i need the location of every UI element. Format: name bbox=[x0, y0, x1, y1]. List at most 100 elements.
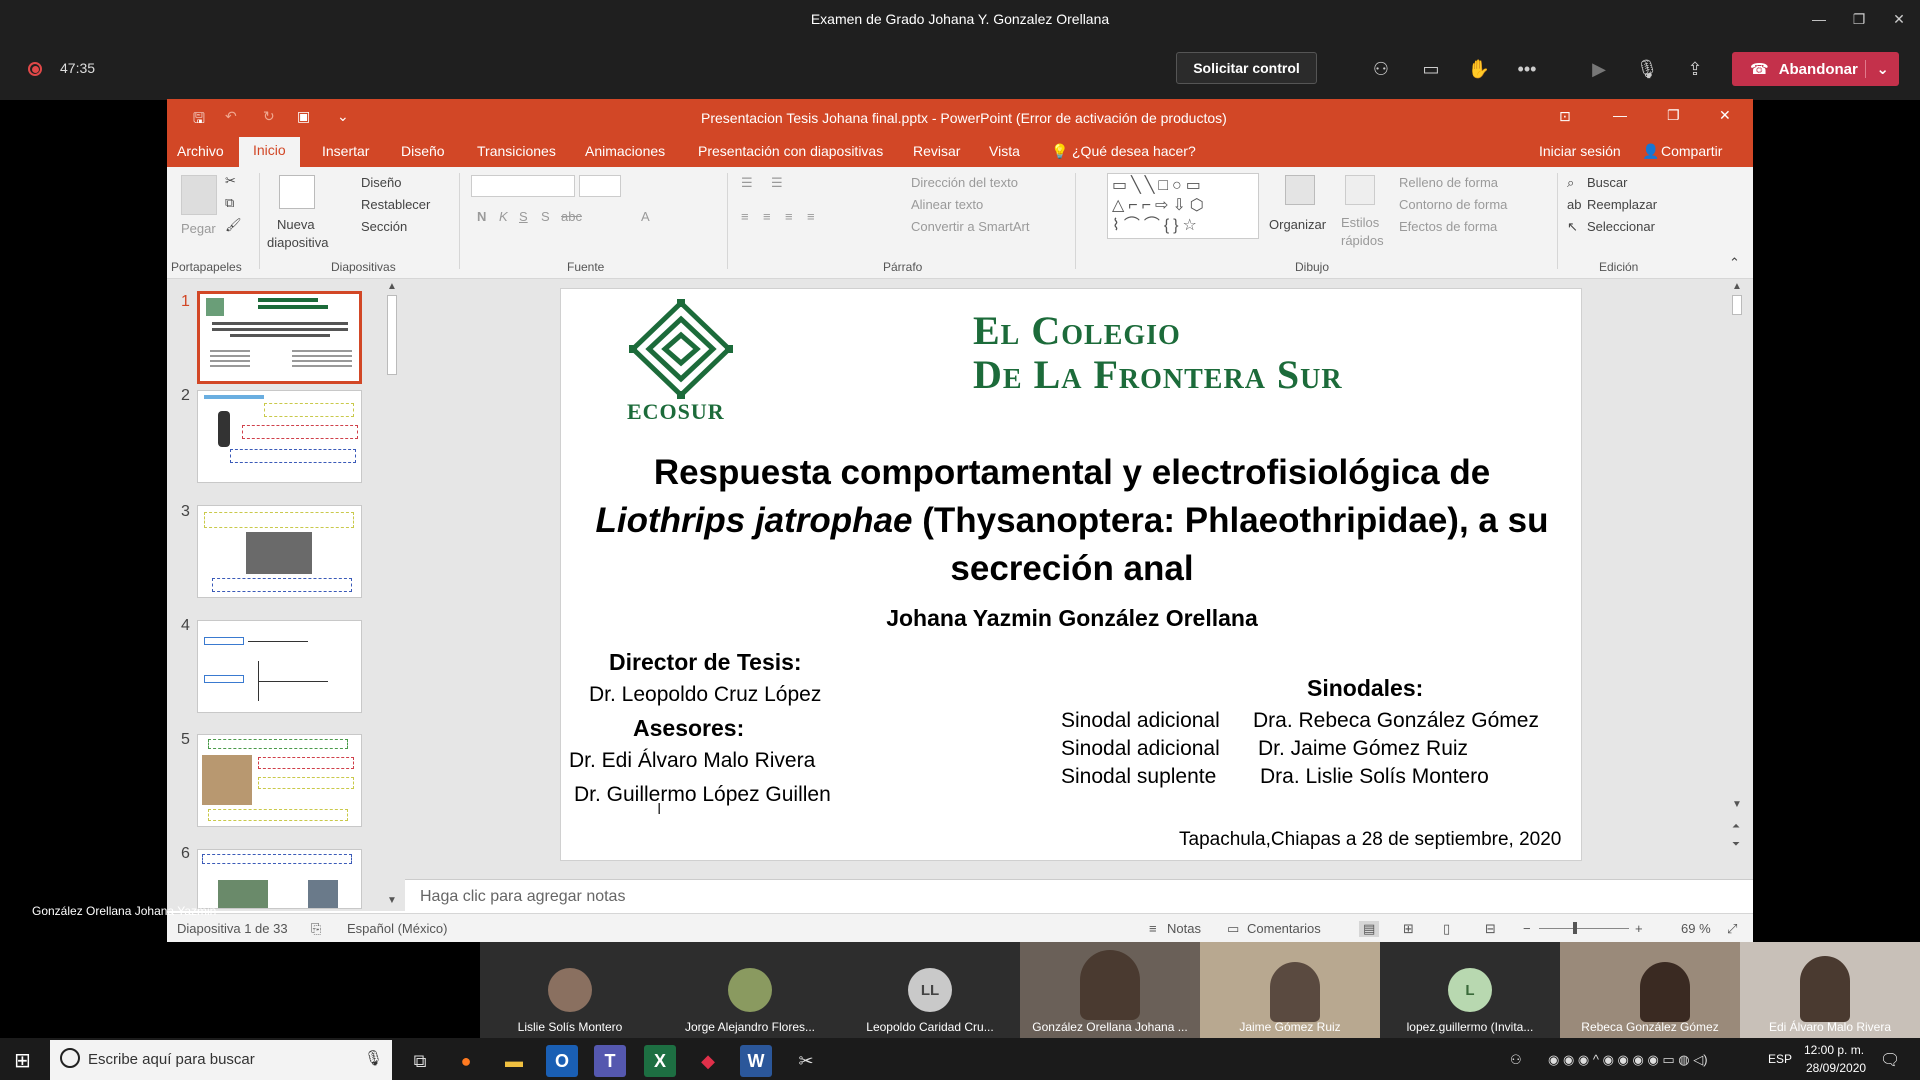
zoom-out-icon[interactable]: − bbox=[1523, 921, 1531, 936]
smartart-button[interactable]: Convertir a SmartArt bbox=[911, 219, 1029, 234]
next-slide-icon[interactable]: ⏷ bbox=[1732, 839, 1740, 850]
quick-styles-label-1[interactable]: Estilos bbox=[1341, 215, 1379, 230]
replace-button[interactable]: Reemplazar bbox=[1587, 197, 1657, 212]
copy-icon[interactable]: ⧉ bbox=[225, 195, 234, 211]
notes-placeholder[interactable]: Haga clic para agregar notas bbox=[420, 888, 625, 906]
current-slide[interactable]: ECOSUR El Colegio De La Frontera Sur Res… bbox=[560, 288, 1582, 861]
tab-diseno[interactable]: Diseño bbox=[401, 143, 445, 159]
align-right-icon[interactable]: ≡ bbox=[785, 209, 793, 224]
slideshow-view-icon[interactable]: ⊟ bbox=[1485, 921, 1496, 937]
select-button[interactable]: Seleccionar bbox=[1587, 219, 1655, 234]
quick-styles-icon[interactable] bbox=[1345, 175, 1375, 205]
shape-effects-button[interactable]: Efectos de forma bbox=[1399, 219, 1497, 234]
ppt-close-icon[interactable]: ✕ bbox=[1719, 107, 1731, 124]
ppt-maximize-icon[interactable]: ❐ bbox=[1667, 107, 1680, 124]
canvas-scrollbar[interactable]: ▲ ▼ ⏶ ⏷ bbox=[1728, 279, 1746, 879]
normal-view-icon[interactable]: ▤ bbox=[1359, 921, 1380, 937]
strikethrough-icon[interactable]: abc bbox=[561, 209, 582, 224]
underline-icon[interactable]: S bbox=[519, 209, 528, 224]
more-options-icon[interactable]: ••• bbox=[1514, 56, 1540, 82]
scroll-up-icon[interactable]: ▲ bbox=[387, 281, 397, 292]
find-button[interactable]: Buscar bbox=[1587, 175, 1627, 190]
notes-pane[interactable]: Haga clic para agregar notas bbox=[405, 879, 1753, 913]
snipping-tool-icon[interactable]: ✂ bbox=[790, 1045, 822, 1077]
align-center-icon[interactable]: ≡ bbox=[763, 209, 771, 224]
system-tray-icons[interactable]: ◉ ◉ ◉ ^ ◉ ◉ ◉ ◉ ▭ ◍ ◁) bbox=[1548, 1052, 1708, 1068]
canvas-scroll-up-icon[interactable]: ▲ bbox=[1732, 281, 1742, 292]
leave-button[interactable]: ☎ Abandonar ⌄ bbox=[1732, 52, 1899, 86]
prev-slide-icon[interactable]: ⏶ bbox=[1732, 821, 1740, 832]
teams-icon[interactable]: T bbox=[594, 1045, 626, 1077]
zoom-slider[interactable] bbox=[1539, 928, 1629, 929]
font-size-input[interactable] bbox=[579, 175, 621, 197]
present-from-start-icon[interactable]: ▣ bbox=[297, 108, 310, 125]
paste-icon[interactable] bbox=[181, 175, 217, 215]
windows-start-icon[interactable]: ⊞ bbox=[14, 1048, 31, 1073]
word-icon[interactable]: W bbox=[740, 1045, 772, 1077]
zoom-level[interactable]: 69 % bbox=[1681, 921, 1711, 936]
clock-date[interactable]: 28/09/2020 bbox=[1806, 1061, 1866, 1075]
italic-icon[interactable]: K bbox=[499, 209, 508, 224]
thumbnail-slide-3[interactable] bbox=[197, 505, 362, 598]
participant-video-tile[interactable]: Edi Álvaro Malo Rivera bbox=[1740, 942, 1920, 1038]
participant-tile[interactable]: Lislie Solís Montero bbox=[480, 942, 660, 1038]
numbering-icon[interactable]: ☰ bbox=[771, 175, 783, 191]
scroll-thumb[interactable] bbox=[387, 295, 397, 375]
signin-link[interactable]: Iniciar sesión bbox=[1539, 143, 1621, 159]
request-control-button[interactable]: Solicitar control bbox=[1176, 52, 1317, 84]
spellcheck-icon[interactable]: ⎘ bbox=[311, 921, 321, 937]
task-view-icon[interactable]: ⧉ bbox=[404, 1045, 436, 1077]
align-text-button[interactable]: Alinear texto bbox=[911, 197, 983, 212]
thumbnail-slide-2[interactable] bbox=[197, 390, 362, 483]
arrange-icon[interactable] bbox=[1285, 175, 1315, 205]
mic-muted-icon[interactable]: 🎙 bbox=[1634, 56, 1660, 82]
redo-icon[interactable]: ↻ bbox=[263, 108, 275, 125]
cut-icon[interactable]: ✂ bbox=[225, 173, 236, 189]
bold-icon[interactable]: N bbox=[477, 209, 486, 224]
thumbnail-slide-1[interactable] bbox=[197, 291, 362, 384]
font-name-input[interactable] bbox=[471, 175, 575, 197]
reset-button[interactable]: Restablecer bbox=[361, 197, 430, 212]
notifications-icon[interactable]: 🗨 bbox=[1880, 1050, 1900, 1070]
thumbnails-scrollbar[interactable]: ▲ ▼ bbox=[383, 279, 401, 911]
thumbnail-slide-5[interactable] bbox=[197, 734, 362, 827]
raise-hand-icon[interactable]: ✋ bbox=[1466, 56, 1492, 82]
tab-revisar[interactable]: Revisar bbox=[913, 143, 960, 159]
thumbnail-slide-6[interactable] bbox=[197, 849, 362, 909]
share-button[interactable]: Compartir bbox=[1661, 143, 1722, 159]
format-painter-icon[interactable]: 🖌 bbox=[225, 217, 242, 233]
collapse-ribbon-icon[interactable]: ⌃ bbox=[1729, 255, 1740, 271]
ppt-minimize-icon[interactable]: — bbox=[1613, 107, 1627, 123]
customize-toolbar-icon[interactable]: ⌄ bbox=[337, 108, 349, 125]
participant-tile[interactable]: LL Leopoldo Caridad Cru... bbox=[840, 942, 1020, 1038]
reading-view-icon[interactable]: ▯ bbox=[1443, 921, 1450, 937]
microphone-icon[interactable]: 🎙 bbox=[364, 1049, 383, 1067]
canvas-scroll-thumb[interactable] bbox=[1732, 295, 1742, 315]
canvas-scroll-down-icon[interactable]: ▼ bbox=[1732, 799, 1742, 810]
chat-icon[interactable]: ▭ bbox=[1418, 56, 1444, 82]
participant-video-tile[interactable]: Jaime Gómez Ruiz bbox=[1200, 942, 1380, 1038]
tab-animaciones[interactable]: Animaciones bbox=[585, 143, 665, 159]
quick-styles-label-2[interactable]: rápidos bbox=[1341, 233, 1384, 248]
tell-me-search[interactable]: ¿Qué desea hacer? bbox=[1072, 143, 1196, 159]
align-left-icon[interactable]: ≡ bbox=[741, 209, 749, 224]
participant-tile[interactable]: Jorge Alejandro Flores... bbox=[660, 942, 840, 1038]
new-slide-label-1[interactable]: Nueva bbox=[277, 217, 315, 232]
slide-sorter-icon[interactable]: ⊞ bbox=[1403, 921, 1414, 937]
outlook-icon[interactable]: O bbox=[546, 1045, 578, 1077]
tab-archivo[interactable]: Archivo bbox=[177, 143, 224, 159]
bullets-icon[interactable]: ☰ bbox=[741, 175, 753, 191]
arrange-button[interactable]: Organizar bbox=[1269, 217, 1326, 232]
tab-inicio[interactable]: Inicio bbox=[239, 137, 300, 167]
tab-vista[interactable]: Vista bbox=[989, 143, 1020, 159]
zoom-in-icon[interactable]: + bbox=[1635, 921, 1643, 936]
undo-icon[interactable]: ↶ bbox=[225, 108, 237, 125]
scroll-down-icon[interactable]: ▼ bbox=[387, 895, 397, 906]
language-indicator[interactable]: Español (México) bbox=[347, 921, 447, 936]
justify-icon[interactable]: ≡ bbox=[807, 209, 815, 224]
clock-time[interactable]: 12:00 p. m. bbox=[1804, 1043, 1864, 1057]
share-screen-icon[interactable]: ⇪ bbox=[1682, 56, 1708, 82]
chevron-down-icon[interactable]: ⌄ bbox=[1865, 60, 1889, 78]
close-icon[interactable]: ✕ bbox=[1876, 0, 1920, 38]
font-color-icon[interactable]: A bbox=[641, 209, 650, 224]
